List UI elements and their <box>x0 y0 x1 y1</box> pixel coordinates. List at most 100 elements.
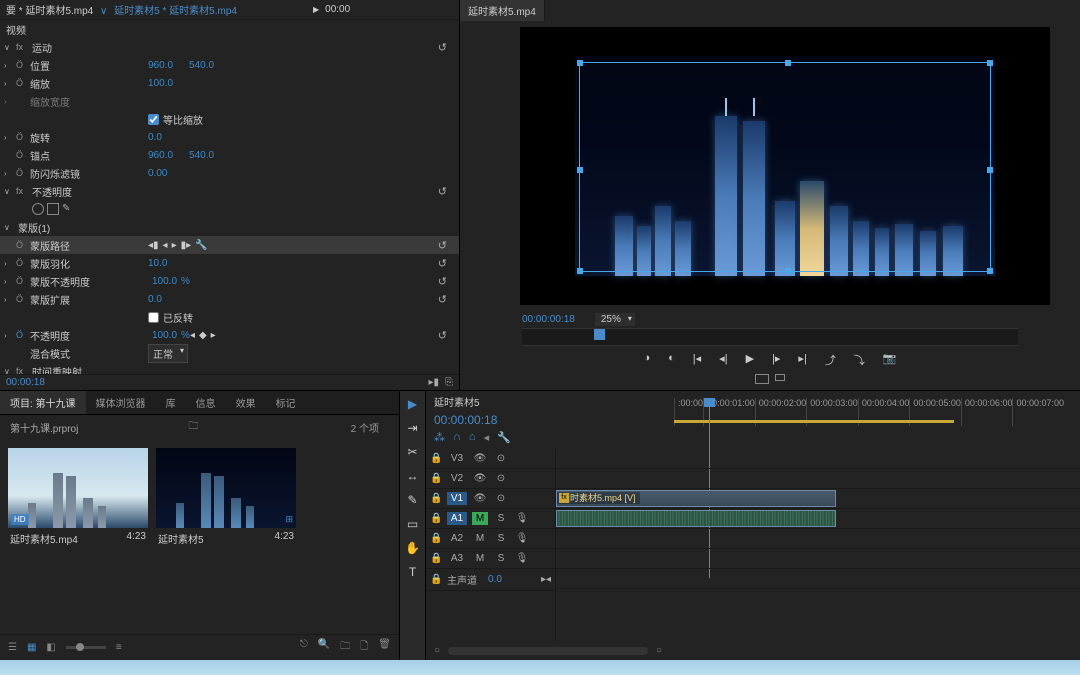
automate-icon[interactable]: ⎋ <box>300 639 308 656</box>
track-a2[interactable]: 🔒A2MS🎙 <box>426 529 555 549</box>
mark-out-icon[interactable]: ◐ <box>668 352 675 368</box>
track-a1[interactable]: 🔒A1MS🎙 <box>426 509 555 529</box>
pen-mask-icon[interactable]: ✎ <box>62 203 74 215</box>
go-start-icon[interactable]: |◂ <box>693 352 701 368</box>
half-res-icon[interactable] <box>775 374 785 381</box>
ec-scale[interactable]: ›Ö缩放100.0 <box>0 74 459 92</box>
tab-libraries[interactable]: 库 <box>156 391 186 414</box>
ec-blend-mode[interactable]: 混合模式正常 <box>0 344 459 362</box>
thumbnail-size-slider[interactable] <box>66 646 106 649</box>
ec-mask-feather[interactable]: ›Ö蒙版羽化10.0↺ <box>0 254 459 272</box>
ec-footer-timecode[interactable]: 00:00:18 <box>6 377 45 388</box>
track-master[interactable]: 🔒主声道0.0▸◂ <box>426 569 555 591</box>
extract-icon[interactable]: ⤵ <box>854 352 865 368</box>
new-item-icon[interactable]: 🗋 <box>360 639 368 656</box>
reset-icon[interactable]: ↺ <box>438 275 447 288</box>
video-clip[interactable]: fx延时素材5.mp4 [V] <box>556 490 836 507</box>
tab-info[interactable]: 信息 <box>186 391 226 414</box>
track-v1[interactable]: 🔒V1👁⊙ <box>426 489 555 509</box>
play-icon[interactable]: ▶ <box>746 352 754 368</box>
tab-project[interactable]: 项目: 第十九课 <box>0 391 86 414</box>
full-res-icon[interactable] <box>755 374 769 384</box>
work-area-bar[interactable] <box>674 420 954 423</box>
icon-view-icon[interactable]: ▦ <box>27 642 36 653</box>
bin-icon[interactable]: 🗀 <box>188 419 198 436</box>
reset-icon[interactable]: ↺ <box>438 293 447 306</box>
rect-mask-icon[interactable] <box>47 203 59 215</box>
reset-icon[interactable]: ↺ <box>438 257 447 270</box>
inverted-checkbox[interactable] <box>148 312 159 323</box>
new-bin-icon[interactable]: 🗀 <box>340 639 350 656</box>
ec-position[interactable]: ›Ö位置960.0540.0 <box>0 56 459 74</box>
ec-mask-inverted[interactable]: 已反转 <box>0 308 459 326</box>
kf-next-icon[interactable]: ▮▸ <box>181 240 192 251</box>
project-item[interactable]: ⊞ 延时素材54:23 <box>156 448 296 549</box>
razor-tool-icon[interactable]: ↔ <box>407 469 419 483</box>
slip-tool-icon[interactable]: ✎ <box>407 493 417 507</box>
kf-play-icon[interactable]: ▸ <box>172 240 177 251</box>
pen-tool-icon[interactable]: ▭ <box>407 517 418 531</box>
monitor-timecode[interactable]: 00:00:00:18 <box>522 314 575 325</box>
track-v2[interactable]: 🔒V2👁⊙ <box>426 469 555 489</box>
blend-mode-dropdown[interactable]: 正常 <box>148 344 188 363</box>
trash-icon[interactable]: 🗑 <box>378 639 391 656</box>
freeform-view-icon[interactable]: ◧ <box>46 642 55 653</box>
timeline-zoom-bar[interactable] <box>448 647 648 655</box>
ec-antiflicker[interactable]: ›Ö防闪烁滤镜0.00 <box>0 164 459 182</box>
ec-anchor[interactable]: Ö锚点960.0540.0 <box>0 146 459 164</box>
uniform-checkbox[interactable] <box>148 114 159 125</box>
step-fwd-icon[interactable]: |▸ <box>772 352 780 368</box>
ellipse-mask-icon[interactable] <box>32 203 44 215</box>
export-icon[interactable]: ⎘ <box>445 377 453 388</box>
track-a3[interactable]: 🔒A3MS🎙 <box>426 549 555 569</box>
ec-motion[interactable]: ∨fx运动↺ <box>0 38 459 56</box>
ec-mask-expansion[interactable]: ›Ö蒙版扩展0.0↺ <box>0 290 459 308</box>
sequence-name[interactable]: 延时素材5 <box>434 394 564 411</box>
kf-prev-icon[interactable]: ◂▮ <box>148 240 159 251</box>
panel-icon[interactable]: ▸▮ <box>428 377 439 388</box>
audio-clip[interactable] <box>556 510 836 527</box>
wrench-icon[interactable]: 🔧 <box>195 240 207 251</box>
tab-effects[interactable]: 效果 <box>226 391 266 414</box>
kf-next-icon[interactable]: ▸ <box>211 330 216 341</box>
reset-icon[interactable]: ↺ <box>438 41 447 54</box>
wrench-icon[interactable]: 🔧 <box>497 431 511 444</box>
export-frame-icon[interactable]: 📷 <box>883 352 897 368</box>
go-end-icon[interactable]: ▸| <box>798 352 806 368</box>
find-icon[interactable]: 🔍 <box>318 639 330 656</box>
kf-back-icon[interactable]: ◂ <box>163 240 168 251</box>
ec-mask-shapes[interactable]: ✎ <box>0 200 459 218</box>
ec-time-remap[interactable]: ∨fx时间重映射 <box>0 362 459 374</box>
step-back-icon[interactable]: ◂| <box>719 352 727 368</box>
ec-opacity-val[interactable]: ›Ö不透明度100.0%◂◆▸↺ <box>0 326 459 344</box>
project-item[interactable]: HD 延时素材5.mp44:23 <box>8 448 148 549</box>
sort-icon[interactable]: ≡ <box>116 642 122 653</box>
reset-icon[interactable]: ↺ <box>438 239 447 252</box>
reset-icon[interactable]: ↺ <box>438 185 447 198</box>
ec-uniform[interactable]: 等比缩放 <box>0 110 459 128</box>
ec-opacity-section[interactable]: ∨fx不透明度↺ <box>0 182 459 200</box>
zoom-dropdown[interactable]: 25% <box>595 313 635 326</box>
type-tool-icon[interactable]: T <box>409 565 416 579</box>
list-view-icon[interactable]: ☰ <box>8 642 17 653</box>
selection-tool-icon[interactable]: ▶ <box>408 397 417 411</box>
ec-rotation[interactable]: ›Ö旋转0.0 <box>0 128 459 146</box>
mark-in-icon[interactable]: ◑ <box>643 352 650 368</box>
marker-icon[interactable]: ⌂ <box>469 431 476 444</box>
monitor-viewport[interactable] <box>520 27 1050 305</box>
kf-add-icon[interactable]: ◆ <box>199 330 207 341</box>
timeline-timecode[interactable]: 00:00:00:18 <box>434 411 564 429</box>
playhead-icon[interactable] <box>594 329 605 340</box>
ec-mask-header[interactable]: ∨蒙版(1) <box>0 218 459 236</box>
hand-tool-icon[interactable]: ✋ <box>405 541 420 555</box>
zoom-out-icon[interactable]: ○ <box>434 645 440 656</box>
settings-icon[interactable]: ◂ <box>484 431 490 444</box>
linked-selection-icon[interactable]: ∩ <box>453 431 461 444</box>
zoom-in-icon[interactable]: ○ <box>656 645 662 656</box>
monitor-scrubber[interactable] <box>522 328 1018 346</box>
ec-mask-opacity[interactable]: ›Ö蒙版不透明度100.0%↺ <box>0 272 459 290</box>
monitor-tab[interactable]: 延时素材5.mp4 <box>460 0 545 21</box>
track-v3[interactable]: 🔒V3👁⊙ <box>426 449 555 469</box>
reset-icon[interactable]: ↺ <box>438 329 447 342</box>
snap-icon[interactable]: ⁂ <box>434 431 445 444</box>
